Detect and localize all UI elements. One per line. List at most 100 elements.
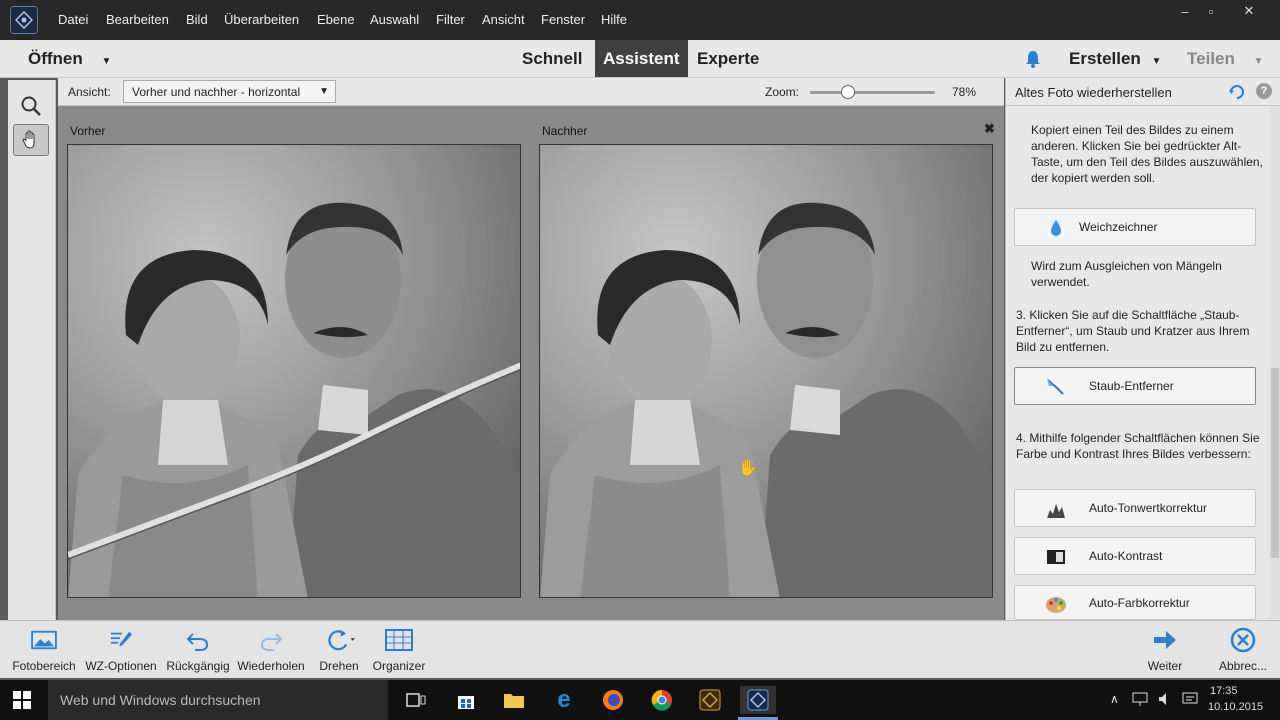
taskbar-search-placeholder: Web und Windows durchsuchen bbox=[60, 692, 261, 708]
zoom-label: Zoom: bbox=[765, 85, 800, 99]
hand-icon bbox=[22, 130, 35, 149]
tab-assistent-label: Assistent bbox=[603, 48, 680, 68]
blur-button-label: Weichzeichner bbox=[1079, 220, 1158, 234]
menu-bild[interactable]: Bild bbox=[186, 12, 208, 27]
tool-options-button[interactable]: WZ-Optionen bbox=[84, 625, 158, 677]
panel-step3: 3. Klicken Sie auf die Schaltfläche „Sta… bbox=[1016, 308, 1250, 354]
premiere-elements-icon[interactable] bbox=[696, 686, 724, 714]
panel-text-blur: Wird zum Ausgleichen von Mängeln verwend… bbox=[1031, 259, 1222, 289]
cancel-button[interactable]: Abbrec... bbox=[1212, 625, 1274, 677]
tab-assistent[interactable]: Assistent bbox=[595, 40, 688, 77]
before-photo-image bbox=[68, 145, 520, 597]
next-label: Weiter bbox=[1147, 659, 1183, 673]
file-explorer-icon[interactable] bbox=[500, 686, 528, 714]
auto-levels-label: Auto-Tonwertkorrektur bbox=[1089, 501, 1208, 515]
volume-icon[interactable] bbox=[1157, 691, 1173, 707]
open-button[interactable]: Öffnen ▼ bbox=[28, 49, 111, 69]
chevron-down-icon: ▼ bbox=[319, 86, 329, 97]
clock-date: 10.10.2015 bbox=[1208, 701, 1264, 713]
dust-remover-label: Staub-Entferner bbox=[1089, 379, 1174, 393]
dust-remover-button[interactable]: Staub-Entferner bbox=[1014, 367, 1256, 405]
rotate-button[interactable]: Drehen bbox=[316, 625, 362, 677]
redo-icon bbox=[255, 625, 287, 655]
edge-browser-icon[interactable]: e bbox=[550, 686, 578, 714]
chevron-up-icon[interactable]: ∧ bbox=[1110, 692, 1119, 706]
panel-title: Altes Foto wiederherstellen bbox=[1015, 85, 1172, 100]
after-photo-image bbox=[540, 145, 992, 597]
zoom-tool[interactable] bbox=[13, 90, 49, 122]
share-button[interactable]: Teilen ▼ bbox=[1187, 49, 1264, 69]
bottom-bar: Fotobereich WZ-Optionen Rückgängig Wiede… bbox=[0, 620, 1280, 678]
view-select[interactable]: Vorher und nachher - horizontal ▼ bbox=[123, 80, 336, 103]
menu-ansicht[interactable]: Ansicht bbox=[482, 12, 525, 27]
menu-ueberarbeiten[interactable]: Überarbeiten bbox=[224, 12, 299, 27]
menu-filter[interactable]: Filter bbox=[436, 12, 465, 27]
menu-hilfe[interactable]: Hilfe bbox=[601, 12, 627, 27]
hand-tool[interactable] bbox=[13, 124, 49, 156]
before-label: Vorher bbox=[70, 124, 106, 138]
undo-icon bbox=[182, 625, 214, 655]
chrome-icon[interactable] bbox=[648, 686, 676, 714]
toolbox bbox=[8, 80, 56, 620]
menu-bar: Datei Bearbeiten Bild Überarbeiten Ebene… bbox=[0, 0, 1280, 40]
redo-label: Wiederholen bbox=[237, 659, 305, 673]
notification-bell-icon[interactable] bbox=[1022, 48, 1044, 70]
menu-bearbeiten[interactable]: Bearbeiten bbox=[106, 12, 169, 27]
panel-scrollbar[interactable] bbox=[1269, 106, 1280, 620]
menu-datei[interactable]: Datei bbox=[58, 12, 88, 27]
auto-color-button[interactable]: Auto-Farbkorrektur bbox=[1014, 585, 1256, 620]
redo-button[interactable]: Wiederholen bbox=[236, 625, 306, 677]
organizer-button[interactable]: Organizer bbox=[370, 625, 428, 677]
create-button[interactable]: Erstellen ▼ bbox=[1069, 49, 1161, 69]
undo-button[interactable]: Rückgängig bbox=[166, 625, 230, 677]
chevron-down-icon: ▼ bbox=[1253, 56, 1264, 67]
menu-auswahl[interactable]: Auswahl bbox=[370, 12, 419, 27]
view-label: Ansicht: bbox=[68, 85, 111, 99]
next-button[interactable]: Weiter bbox=[1140, 625, 1190, 677]
notification-center-icon[interactable] bbox=[1182, 691, 1198, 707]
contrast-icon bbox=[1047, 550, 1065, 564]
share-label: Teilen bbox=[1187, 49, 1235, 68]
photoshop-elements-taskbar-icon[interactable] bbox=[740, 686, 776, 714]
cancel-label: Abbrec... bbox=[1218, 659, 1268, 673]
close-icon[interactable]: ✖ bbox=[984, 121, 995, 137]
reset-icon[interactable] bbox=[1228, 83, 1246, 101]
close-window-button[interactable]: ✕ bbox=[1232, 0, 1266, 22]
tab-experte[interactable]: Experte bbox=[689, 40, 767, 77]
undo-label: Rückgängig bbox=[166, 659, 230, 673]
zoom-value: 78% bbox=[952, 85, 977, 99]
windows-start-icon[interactable] bbox=[12, 690, 32, 710]
zoom-slider-thumb[interactable] bbox=[840, 85, 855, 99]
firefox-icon[interactable] bbox=[599, 686, 627, 714]
taskbar-search-input[interactable]: Web und Windows durchsuchen bbox=[48, 680, 388, 720]
photo-bin-icon bbox=[28, 625, 60, 655]
task-view-icon[interactable] bbox=[402, 686, 430, 714]
help-icon[interactable]: ? bbox=[1256, 83, 1272, 99]
after-photo bbox=[539, 144, 993, 598]
store-icon[interactable] bbox=[452, 686, 480, 714]
hand-cursor-icon: ✋ bbox=[738, 460, 758, 477]
maximize-button[interactable]: ▫ bbox=[1194, 0, 1228, 22]
zoom-slider[interactable] bbox=[810, 91, 935, 94]
network-icon[interactable] bbox=[1132, 691, 1148, 707]
dust-brush-icon bbox=[1047, 378, 1064, 395]
chevron-down-icon: ▼ bbox=[1151, 56, 1162, 67]
levels-histogram-icon bbox=[1047, 504, 1065, 518]
canvas-area: Vorher Nachher ✖ ✋ bbox=[58, 106, 1004, 620]
panel-step4: 4. Mithilfe folgender Schaltflächen könn… bbox=[1016, 431, 1260, 461]
tab-schnell-label: Schnell bbox=[522, 48, 583, 68]
mode-bar: Öffnen ▼ Schnell Assistent Experte Erste… bbox=[0, 40, 1280, 78]
photo-bin-button[interactable]: Fotobereich bbox=[10, 625, 78, 677]
scrollbar-thumb[interactable] bbox=[1271, 368, 1279, 558]
auto-contrast-button[interactable]: Auto-Kontrast bbox=[1014, 537, 1256, 575]
auto-levels-button[interactable]: Auto-Tonwertkorrektur bbox=[1014, 489, 1256, 527]
before-photo bbox=[67, 144, 521, 598]
menu-fenster[interactable]: Fenster bbox=[541, 12, 585, 27]
chevron-down-icon: ▼ bbox=[101, 56, 112, 67]
create-label: Erstellen bbox=[1069, 49, 1141, 68]
panel-text-clone: Kopiert einen Teil des Bildes zu einem a… bbox=[1031, 123, 1263, 185]
auto-color-label: Auto-Farbkorrektur bbox=[1089, 595, 1190, 610]
menu-ebene[interactable]: Ebene bbox=[317, 12, 355, 27]
tab-schnell[interactable]: Schnell bbox=[514, 40, 590, 77]
blur-button[interactable]: Weichzeichner bbox=[1014, 208, 1256, 246]
